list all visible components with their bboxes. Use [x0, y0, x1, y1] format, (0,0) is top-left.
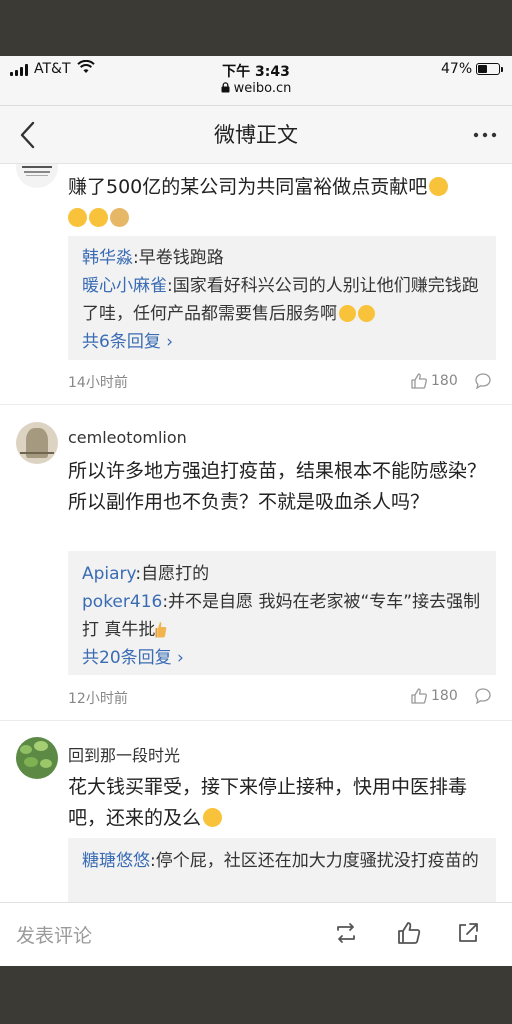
- more-replies-link[interactable]: 共6条回复 ›: [68, 328, 496, 356]
- chevron-right-icon: ›: [166, 332, 174, 352]
- reply-username[interactable]: 暖心小麻雀: [82, 276, 167, 296]
- comment-username[interactable]: cemleotomlion: [68, 428, 187, 447]
- battery-icon: [476, 63, 500, 75]
- reply-username[interactable]: 韩华淼: [82, 248, 133, 268]
- comment-input[interactable]: 发表评论: [16, 921, 92, 948]
- crying-emoji: [203, 808, 223, 827]
- like-icon[interactable]: [410, 687, 428, 705]
- like-icon[interactable]: [396, 920, 422, 946]
- like-count: 180: [431, 373, 458, 389]
- like-icon[interactable]: [410, 372, 428, 390]
- reply-username[interactable]: Apiary: [82, 564, 135, 584]
- comment-username[interactable]: 回到那一段时光: [68, 742, 180, 766]
- url-bar[interactable]: weibo.cn: [0, 81, 512, 96]
- comment-time: 14小时前: [68, 375, 128, 391]
- avatar[interactable]: [16, 737, 58, 779]
- comment-text: 赚了500亿的某公司为共同富裕做点贡献吧: [68, 172, 498, 234]
- doge-emoji: [110, 208, 129, 227]
- battery-nub: [501, 67, 503, 72]
- reply-username[interactable]: 糖瑭悠悠: [82, 851, 150, 871]
- thumbs-up-emoji: [155, 622, 167, 638]
- repost-icon[interactable]: [333, 920, 359, 946]
- chevron-right-icon: ›: [177, 648, 184, 668]
- reply-box[interactable]: 糖瑭悠悠:停个屁，社区还在加大力度骚扰没打疫苗的: [68, 838, 496, 902]
- page-title: 微博正文: [214, 123, 298, 147]
- battery-percent: 47%: [441, 61, 473, 77]
- hug-emoji: [89, 208, 108, 227]
- comments-list[interactable]: 赚了500亿的某公司为共同富裕做点贡献吧 韩华淼:早卷钱跑路 暖心小麻雀:国家看…: [0, 164, 512, 902]
- share-icon[interactable]: [455, 920, 481, 946]
- comment-text: 所以许多地方强迫打疫苗，结果根本不能防感染？所以副作用也不负责？不就是吸血杀人吗…: [68, 460, 487, 513]
- reply-box[interactable]: Apiary:自愿打的 poker416:并不是自愿 我妈在老家被“专车”接去强…: [68, 551, 496, 675]
- surprised-emoji: [358, 305, 375, 322]
- like-count: 180: [431, 688, 458, 704]
- avatar[interactable]: [16, 164, 58, 188]
- device-frame-top: [0, 0, 512, 56]
- avatar[interactable]: [16, 422, 58, 464]
- yum-emoji: [68, 208, 87, 227]
- more-dots-icon[interactable]: [470, 125, 500, 145]
- yum-emoji: [429, 177, 449, 196]
- status-time: 下午 3:43: [222, 64, 290, 80]
- reply-item: 韩华淼:早卷钱跑路: [82, 248, 224, 268]
- device-frame-bottom: [0, 966, 512, 1024]
- url-text: weibo.cn: [233, 81, 292, 96]
- smile-emoji: [339, 305, 356, 322]
- reply-item: poker416:并不是自愿 我妈在老家被“专车”接去强制打 真牛批: [82, 592, 481, 640]
- comment-text: 花大钱买罪受，接下来停止接种，快用中医排毒吧，还来的及么: [68, 776, 468, 829]
- reply-item: 暖心小麻雀:国家看好科兴公司的人别让他们赚完钱跑了哇，任何产品都需要售后服务啊: [82, 276, 479, 324]
- comment-bubble-icon[interactable]: [474, 372, 492, 390]
- comment-bubble-icon[interactable]: [474, 687, 492, 705]
- reply-box[interactable]: 韩华淼:早卷钱跑路 暖心小麻雀:国家看好科兴公司的人别让他们赚完钱跑了哇，任何产…: [68, 236, 496, 360]
- reply-username[interactable]: poker416: [82, 592, 162, 612]
- reply-item: 糖瑭悠悠:停个屁，社区还在加大力度骚扰没打疫苗的: [82, 851, 479, 871]
- lock-icon: [221, 82, 230, 93]
- reply-item: Apiary:自愿打的: [82, 564, 210, 584]
- divider: [0, 404, 512, 405]
- comment-time: 12小时前: [68, 691, 128, 707]
- battery-level-fill: [478, 65, 487, 73]
- divider: [0, 720, 512, 721]
- more-replies-link[interactable]: 共20条回复 ›: [68, 644, 496, 672]
